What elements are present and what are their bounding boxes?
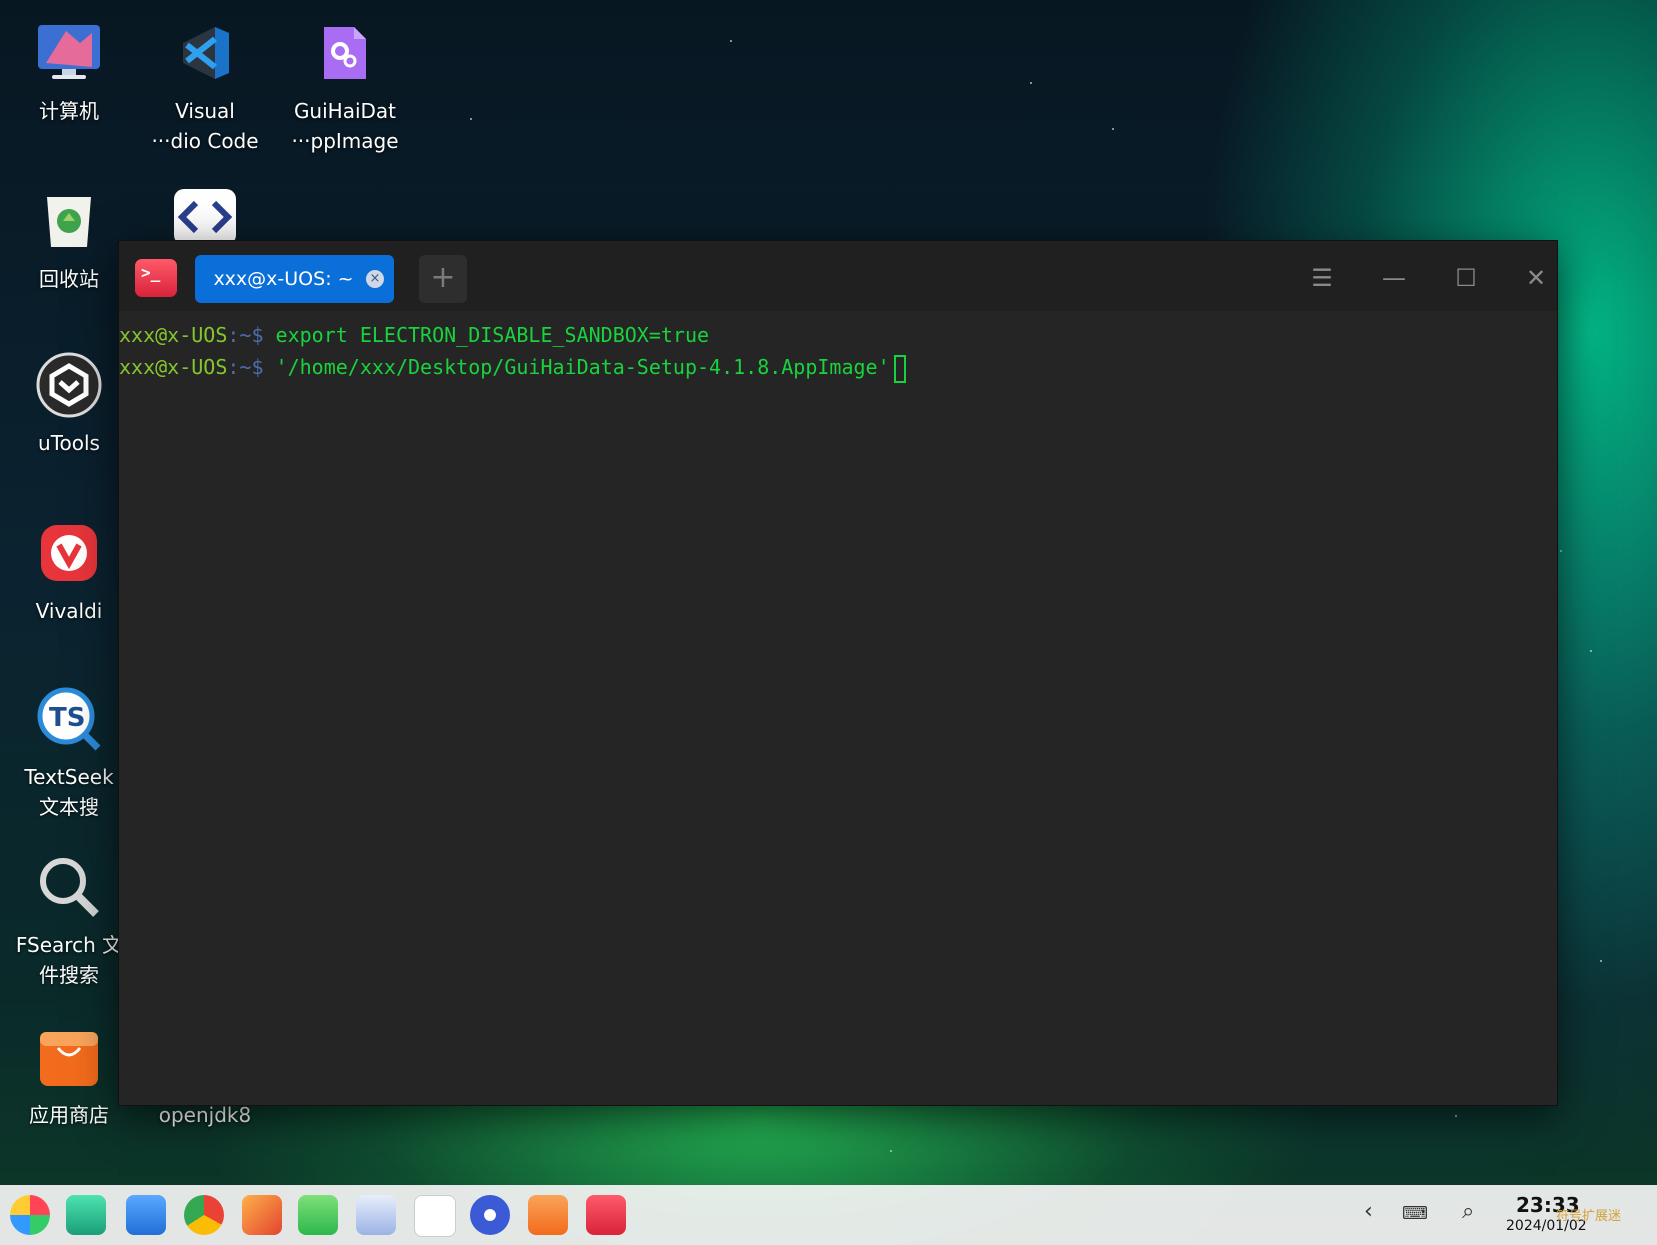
chevron-left-icon[interactable]: ‹: [1364, 1199, 1373, 1224]
star: [1560, 550, 1562, 552]
tab-close-icon[interactable]: ×: [366, 270, 384, 288]
trash-icon: [36, 188, 102, 254]
settings-icon[interactable]: [470, 1195, 510, 1235]
calendar-icon[interactable]: [414, 1195, 456, 1237]
textseek-icon: TS: [36, 686, 102, 752]
image-viewer-icon[interactable]: [242, 1195, 282, 1235]
desktop-icon-guihaidata[interactable]: GuiHaiDat ···ppImage: [280, 20, 410, 156]
terminal-line: xxx@x-UOS:~$ export ELECTRON_DISABLE_SAN…: [119, 319, 1557, 351]
terminal-window[interactable]: >_ xxx@x-UOS: ~ × + ☰ — ☐ ✕ xxx@x-UOS:~$…: [118, 240, 1558, 1106]
launcher-icon[interactable]: [10, 1195, 50, 1235]
desktop-icon-label: Vivaldi: [35, 599, 103, 623]
tab-title: xxx@x-UOS: ~: [213, 268, 354, 290]
new-tab-button[interactable]: +: [419, 255, 467, 303]
vivaldi-icon: [36, 520, 102, 586]
chrome-icon[interactable]: [184, 1195, 224, 1235]
keyboard-icon[interactable]: ⌨: [1402, 1203, 1428, 1224]
prompt-path: :~$: [227, 355, 276, 379]
terminal-app-icon: >_: [135, 259, 177, 297]
desktop-icon-label: 应用商店: [29, 1103, 109, 1127]
minimize-button[interactable]: —: [1377, 261, 1411, 295]
magnifier-icon: [36, 854, 102, 920]
app-store-icon[interactable]: [528, 1195, 568, 1235]
text-cursor: [893, 354, 906, 383]
shopping-bag-icon: [36, 1024, 102, 1090]
terminal-line: xxx@x-UOS:~$ '/home/xxx/Desktop/GuiHaiDa…: [119, 351, 1557, 383]
desktop-icon-label: FSearch 文 件搜索: [15, 933, 123, 987]
prompt-user: xxx@x-UOS: [119, 355, 228, 379]
taskbar: ‹ ⌨ ⌕ 23:33 2024/01/02 符号扩展迷: [0, 1185, 1657, 1245]
desktop-icon-label: Visual ···dio Code: [151, 99, 259, 153]
file-manager-icon[interactable]: [126, 1195, 166, 1235]
desktop-icon-label: uTools: [38, 431, 100, 455]
computer-icon: [36, 20, 102, 86]
close-button[interactable]: ✕: [1519, 261, 1553, 295]
prompt-path: :~$: [227, 323, 276, 347]
desktop-icon-label: GuiHaiDat ···ppImage: [291, 99, 399, 153]
search-icon[interactable]: ⌕: [1462, 1199, 1474, 1224]
command-text: export ELECTRON_DISABLE_SANDBOX=true: [275, 323, 710, 347]
star: [730, 40, 732, 42]
desktop-icon-trash[interactable]: 回收站: [4, 188, 134, 294]
star: [470, 118, 472, 120]
terminal-titlebar[interactable]: >_ xxx@x-UOS: ~ × + ☰ — ☐ ✕: [119, 241, 1557, 311]
desktop-icon-vscode[interactable]: Visual ···dio Code: [140, 20, 270, 156]
star: [890, 1150, 892, 1152]
desktop-icon-textseek[interactable]: TS TextSeek 文本搜: [4, 686, 134, 822]
desktop-icon-computer[interactable]: 计算机: [4, 20, 134, 126]
multitask-icon[interactable]: [66, 1195, 106, 1235]
menu-icon[interactable]: ☰: [1305, 261, 1339, 295]
desktop-icon-label: 回收站: [39, 267, 99, 291]
music-icon[interactable]: [298, 1195, 338, 1235]
star: [1590, 650, 1592, 652]
contacts-icon[interactable]: [356, 1195, 396, 1235]
terminal-icon[interactable]: [586, 1195, 626, 1235]
star: [1030, 82, 1032, 84]
tab-terminal-session[interactable]: xxx@x-UOS: ~ ×: [195, 255, 394, 303]
svg-text:TS: TS: [49, 703, 85, 733]
terminal-output[interactable]: xxx@x-UOS:~$ export ELECTRON_DISABLE_SAN…: [119, 311, 1557, 383]
star: [1600, 960, 1602, 962]
prompt-user: xxx@x-UOS: [119, 323, 228, 347]
maximize-button[interactable]: ☐: [1449, 261, 1483, 295]
watermark-text: 符号扩展迷: [1556, 1209, 1622, 1224]
desktop-icon-label: TextSeek 文本搜: [24, 765, 114, 819]
desktop-icon-fsearch[interactable]: FSearch 文 件搜索: [4, 854, 134, 990]
vscode-icon: [172, 20, 238, 86]
desktop-icon-label: 计算机: [39, 99, 99, 123]
desktop-icon-utools[interactable]: uTools: [4, 352, 134, 458]
utools-icon: [36, 352, 102, 418]
appimage-gear-icon: [312, 20, 378, 86]
desktop-icon-vivaldi[interactable]: Vivaldi: [4, 520, 134, 626]
star: [1112, 128, 1114, 130]
star: [1455, 1115, 1457, 1117]
desktop-icon-appstore[interactable]: 应用商店: [4, 1024, 134, 1130]
command-text: '/home/xxx/Desktop/GuiHaiData-Setup-4.1.…: [275, 355, 890, 379]
